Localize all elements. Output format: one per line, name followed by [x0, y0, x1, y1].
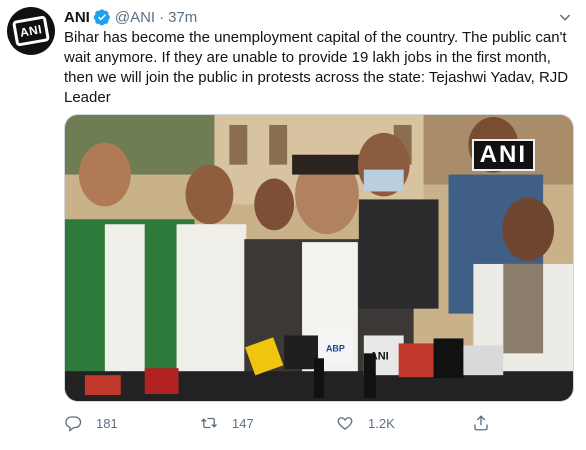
share-icon [474, 415, 488, 431]
chevron-down-icon[interactable] [554, 6, 576, 28]
separator-dot: · [159, 8, 165, 26]
retweet-button[interactable]: 147 [200, 411, 336, 435]
avatar[interactable]: ANI [7, 7, 55, 55]
ani-logo: ANI [12, 15, 50, 47]
verified-badge-icon [93, 8, 111, 26]
tweet[interactable]: ANI ANI @ANI · 37m Bihar has become the … [0, 0, 586, 450]
retweet-count: 147 [232, 415, 254, 431]
reply-count: 181 [96, 415, 118, 431]
mic-label-ani: ANI [370, 350, 389, 362]
avatar-text: ANI [18, 22, 44, 40]
like-button[interactable]: 1.2K [336, 411, 472, 435]
mic-label-abp: ABP [326, 343, 345, 353]
tweet-media[interactable]: ANI ABP ANI [64, 114, 574, 402]
reply-button[interactable]: 181 [64, 411, 200, 435]
tweet-actions: 181 147 1.2K [64, 411, 576, 435]
tweet-header: ANI @ANI · 37m [64, 6, 576, 28]
reply-icon [65, 416, 82, 432]
share-button[interactable] [472, 411, 512, 435]
like-count: 1.2K [368, 415, 395, 431]
retweet-icon [201, 417, 217, 429]
like-icon [337, 417, 353, 430]
handle[interactable]: @ANI [115, 9, 155, 26]
timestamp[interactable]: 37m [168, 9, 197, 26]
tweet-text: Bihar has become the unemployment capita… [64, 29, 573, 106]
display-name[interactable]: ANI [64, 9, 90, 26]
ani-watermark: ANI [471, 139, 535, 171]
